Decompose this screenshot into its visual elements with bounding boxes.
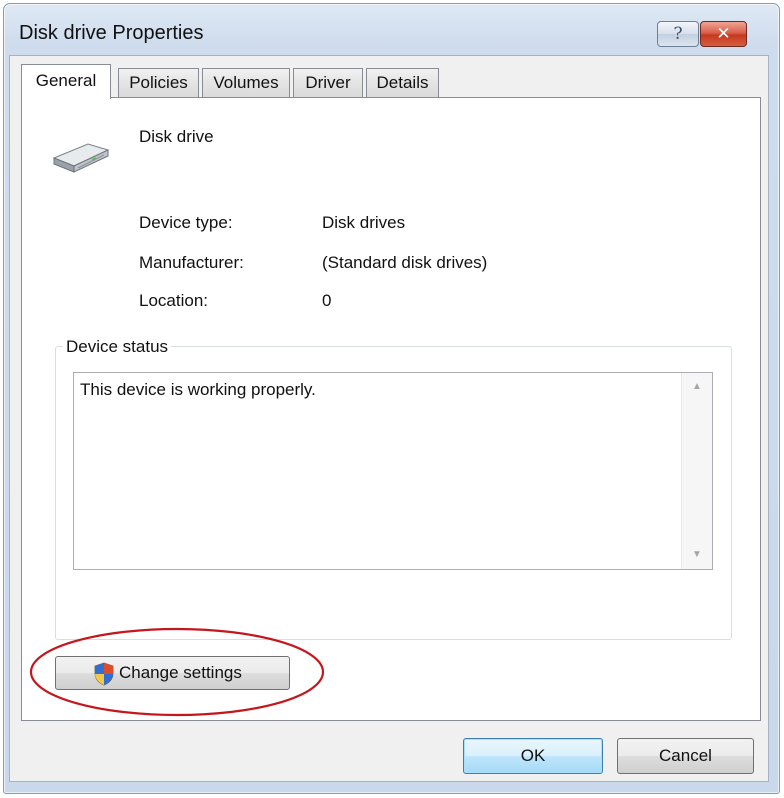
- location-value: 0: [322, 291, 332, 310]
- device-status-textbox[interactable]: This device is working properly. ▲ ▼: [73, 372, 713, 570]
- ok-button[interactable]: OK: [463, 738, 603, 774]
- tab-policies[interactable]: Policies: [118, 68, 199, 97]
- scroll-down-icon[interactable]: ▼: [682, 549, 712, 560]
- manufacturer-label: Manufacturer:: [139, 253, 244, 272]
- device-name: Disk drive: [139, 127, 214, 146]
- cancel-button[interactable]: Cancel: [617, 738, 754, 774]
- disk-drive-icon: [52, 143, 110, 173]
- status-scrollbar[interactable]: ▲ ▼: [681, 373, 712, 569]
- close-button[interactable]: ✕: [700, 21, 747, 47]
- help-button[interactable]: ?: [657, 21, 699, 47]
- device-type-value: Disk drives: [322, 213, 406, 232]
- location-label: Location:: [139, 291, 208, 310]
- tab-volumes[interactable]: Volumes: [202, 68, 290, 97]
- change-settings-label: Change settings: [119, 663, 242, 682]
- tab-driver[interactable]: Driver: [293, 68, 363, 97]
- uac-shield-icon: [94, 662, 114, 686]
- change-settings-button[interactable]: Change settings: [55, 656, 290, 690]
- scroll-up-icon[interactable]: ▲: [682, 381, 712, 392]
- device-status-text: This device is working properly.: [80, 380, 316, 399]
- tab-general[interactable]: General: [21, 64, 111, 99]
- device-type-label: Device type:: [139, 213, 233, 232]
- window-title: Disk drive Properties: [19, 22, 204, 44]
- manufacturer-value: (Standard disk drives): [322, 253, 488, 272]
- device-status-legend: Device status: [63, 337, 172, 357]
- tab-details[interactable]: Details: [366, 68, 439, 97]
